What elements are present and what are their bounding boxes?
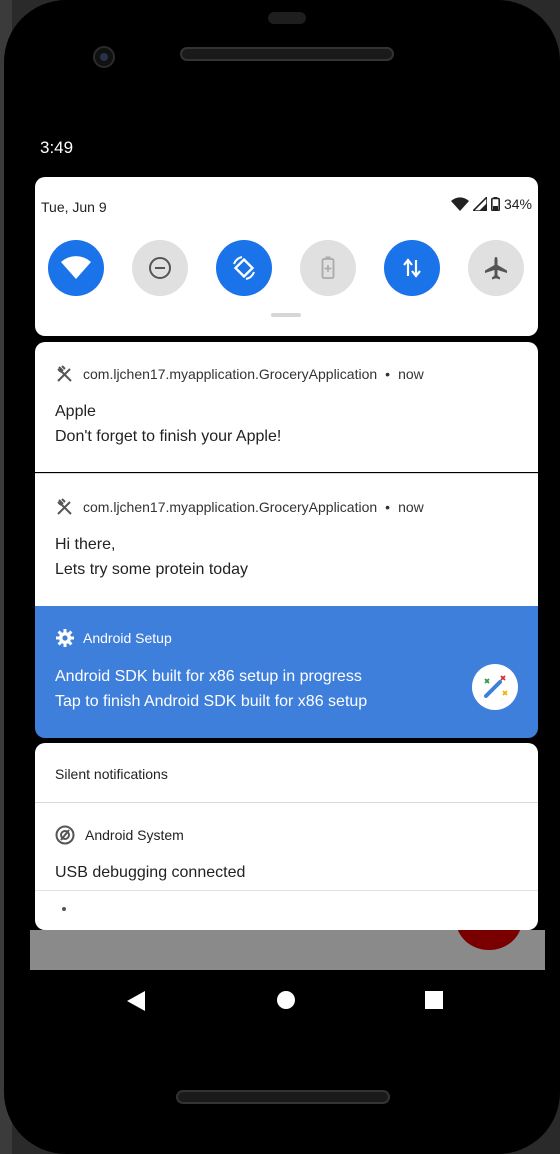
- gear-icon: [56, 629, 74, 647]
- notification-app-name: com.ljchen17.myapplication.GroceryApplic…: [83, 499, 378, 515]
- notification-grocery-protein[interactable]: com.ljchen17.myapplication.GroceryApplic…: [35, 474, 538, 606]
- quick-settings-panel: Tue, Jun 9 34%: [35, 177, 538, 336]
- notification-title: Android SDK built for x86 setup in progr…: [55, 668, 362, 685]
- mobile-data-tile[interactable]: [384, 240, 440, 296]
- header-separator: •: [385, 366, 391, 382]
- utensils-icon: [57, 498, 72, 515]
- airplane-icon: [485, 257, 507, 280]
- usb-debugging-text: USB debugging connected: [55, 864, 246, 881]
- qs-date: Tue, Jun 9: [41, 199, 107, 215]
- battery-saver-tile[interactable]: [300, 240, 356, 296]
- notification-title: Hi there,: [55, 536, 116, 553]
- notification-header: Android Setup: [55, 628, 172, 648]
- notification-app-name: Android System: [85, 827, 184, 843]
- notification-text: Don't forget to finish your Apple!: [55, 428, 282, 445]
- earpiece-speaker: [180, 47, 394, 61]
- notification-header: com.ljchen17.myapplication.GroceryApplic…: [55, 497, 424, 517]
- front-camera: [93, 46, 115, 68]
- android-system-icon: [55, 825, 75, 845]
- data-arrows-icon: [403, 258, 421, 278]
- silent-header: Silent notifications: [55, 766, 168, 782]
- notification-text: Tap to finish Android SDK built for x86 …: [55, 693, 368, 710]
- minus-circle-icon: [149, 257, 171, 279]
- notification-header: com.ljchen17.myapplication.GroceryApplic…: [55, 364, 424, 384]
- qs-status-icons: 34%: [450, 196, 532, 212]
- silent-divider: [35, 802, 538, 803]
- notification-app-name: Android Setup: [83, 630, 172, 646]
- battery-percent: 34%: [503, 196, 532, 212]
- setup-wizard-icon: [472, 664, 518, 710]
- recents-icon[interactable]: [425, 991, 443, 1009]
- status-time: 3:49: [40, 138, 74, 157]
- battery-icon: [321, 256, 335, 279]
- bottom-speaker: [176, 1090, 390, 1104]
- header-separator: •: [385, 499, 391, 515]
- notification-android-setup[interactable]: Android Setup Android SDK built for x86 …: [35, 606, 538, 738]
- battery-status-icon: [490, 197, 500, 211]
- auto-rotate-tile[interactable]: [216, 240, 272, 296]
- top-notch: [268, 12, 306, 24]
- rotate-icon: [233, 256, 255, 280]
- phone-frame: 3:49 Tue, Jun 9 34% com.ljchen17.myappli…: [0, 0, 560, 1154]
- wifi-icon: [61, 256, 91, 279]
- notification-app-name: com.ljchen17.myapplication.GroceryApplic…: [83, 366, 378, 382]
- silent-notifications-section: Silent notifications Android System USB …: [35, 743, 538, 930]
- wifi-signal-icon: [450, 197, 469, 211]
- notification-time: now: [398, 499, 424, 515]
- home-icon[interactable]: [277, 991, 295, 1009]
- notification-grocery-apple[interactable]: com.ljchen17.myapplication.GroceryApplic…: [35, 342, 538, 472]
- overflow-dot: [62, 907, 66, 911]
- notification-title: Apple: [55, 403, 96, 420]
- qs-expand-handle[interactable]: [271, 313, 301, 317]
- notification-text: Lets try some protein today: [55, 561, 248, 578]
- dnd-tile[interactable]: [132, 240, 188, 296]
- wifi-tile[interactable]: [48, 240, 104, 296]
- silent-divider-2: [35, 890, 538, 891]
- cell-signal-icon: [472, 197, 487, 211]
- utensils-icon: [57, 365, 72, 382]
- notification-time: now: [398, 366, 424, 382]
- magic-wand-icon: [484, 675, 508, 698]
- android-system-notification[interactable]: Android System: [55, 825, 184, 845]
- back-icon[interactable]: [127, 991, 145, 1011]
- airplane-mode-tile[interactable]: [468, 240, 524, 296]
